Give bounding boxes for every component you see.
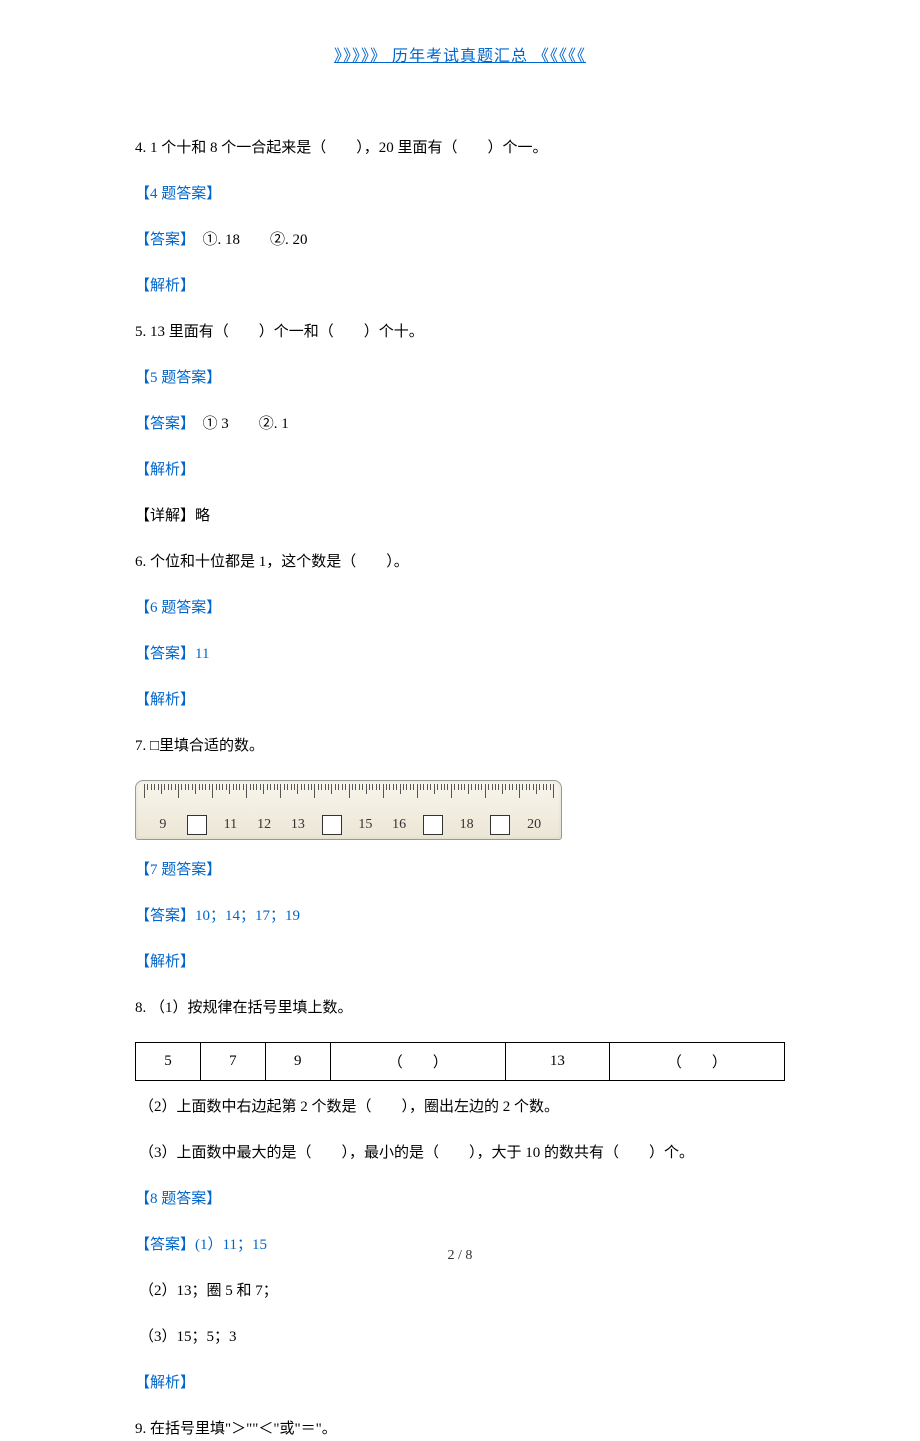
table-cell: 5	[136, 1043, 201, 1081]
page-footer: 2 / 8	[0, 1248, 920, 1264]
ruler-blank-box	[423, 815, 443, 835]
q8-sub2: （2）上面数中右边起第 2 个数是（ ），圈出左边的 2 个数。	[135, 1095, 785, 1119]
q8-table: 579（ ）13（ ）	[135, 1042, 785, 1081]
q5-text: 5. 13 里面有（ ）个一和（ ）个十。	[135, 320, 785, 344]
q8-sub3: （3）上面数中最大的是（ ），最小的是（ ），大于 10 的数共有（ ）个。	[135, 1141, 785, 1165]
q8-answer-label: 【8 题答案】	[135, 1187, 785, 1211]
q4-analysis-label: 【解析】	[135, 274, 785, 298]
ruler-blank-box	[322, 815, 342, 835]
q4-answer-text: ①. 18 ②. 20	[188, 232, 308, 248]
q7-text: 7. □里填合适的数。	[135, 734, 785, 758]
ruler-label: 15	[349, 817, 383, 833]
q5-analysis-label: 【解析】	[135, 458, 785, 482]
q5-answer-text: ① 3 ②. 1	[188, 416, 289, 432]
table-cell: （ ）	[609, 1043, 784, 1081]
q6-answer-full: 【答案】11	[135, 642, 785, 666]
ruler-label	[416, 815, 450, 835]
q4-answer-label: 【4 题答案】	[135, 182, 785, 206]
q5-answer-label: 【5 题答案】	[135, 366, 785, 390]
q6-text: 6. 个位和十位都是 1，这个数是（ ）。	[135, 550, 785, 574]
ruler-label: 16	[382, 817, 416, 833]
ruler-image: 9 111213 1516 18 20	[135, 780, 785, 840]
table-cell: （ ）	[330, 1043, 505, 1081]
q7-analysis-label: 【解析】	[135, 950, 785, 974]
ruler-label	[315, 815, 349, 835]
q4-answer-line: 【答案】 ①. 18 ②. 20	[135, 228, 785, 252]
q6-answer-label: 【6 题答案】	[135, 596, 785, 620]
q6-analysis-label: 【解析】	[135, 688, 785, 712]
header-link[interactable]: 》》》》》 历年考试真题汇总 《《《《《	[135, 42, 785, 66]
ruler-label: 11	[214, 817, 248, 833]
q4-text: 4. 1 个十和 8 个一合起来是（ ），20 里面有（ ）个一。	[135, 136, 785, 160]
q7-answer-full: 【答案】10；14；17；19	[135, 904, 785, 928]
q5-answer-line: 【答案】 ① 3 ②. 1	[135, 412, 785, 436]
table-cell: 7	[200, 1043, 265, 1081]
header-link-text: 》》》》》 历年考试真题汇总 《《《《《	[334, 48, 586, 65]
q7-answer-label: 【7 题答案】	[135, 858, 785, 882]
answer-label: 【答案】	[135, 416, 188, 432]
q5-detail: 【详解】略	[135, 504, 785, 528]
ruler-label: 18	[450, 817, 484, 833]
ruler-label	[484, 815, 518, 835]
ruler-label: 12	[247, 817, 281, 833]
q8-answer3: （3）15；5；3	[135, 1325, 785, 1349]
ruler-label: 20	[517, 817, 551, 833]
q9-text: 9. 在括号里填"＞""＜"或"＝"。	[135, 1417, 785, 1441]
q8-analysis-label: 【解析】	[135, 1371, 785, 1395]
ruler-label: 9	[146, 817, 180, 833]
ruler-blank-box	[490, 815, 510, 835]
q8-text: 8. （1）按规律在括号里填上数。	[135, 996, 785, 1020]
ruler-label	[180, 815, 214, 835]
answer-label: 【答案】	[135, 232, 188, 248]
ruler-blank-box	[187, 815, 207, 835]
table-cell: 13	[505, 1043, 609, 1081]
ruler-label: 13	[281, 817, 315, 833]
table-cell: 9	[265, 1043, 330, 1081]
q8-answer2: （2）13；圈 5 和 7；	[135, 1279, 785, 1303]
